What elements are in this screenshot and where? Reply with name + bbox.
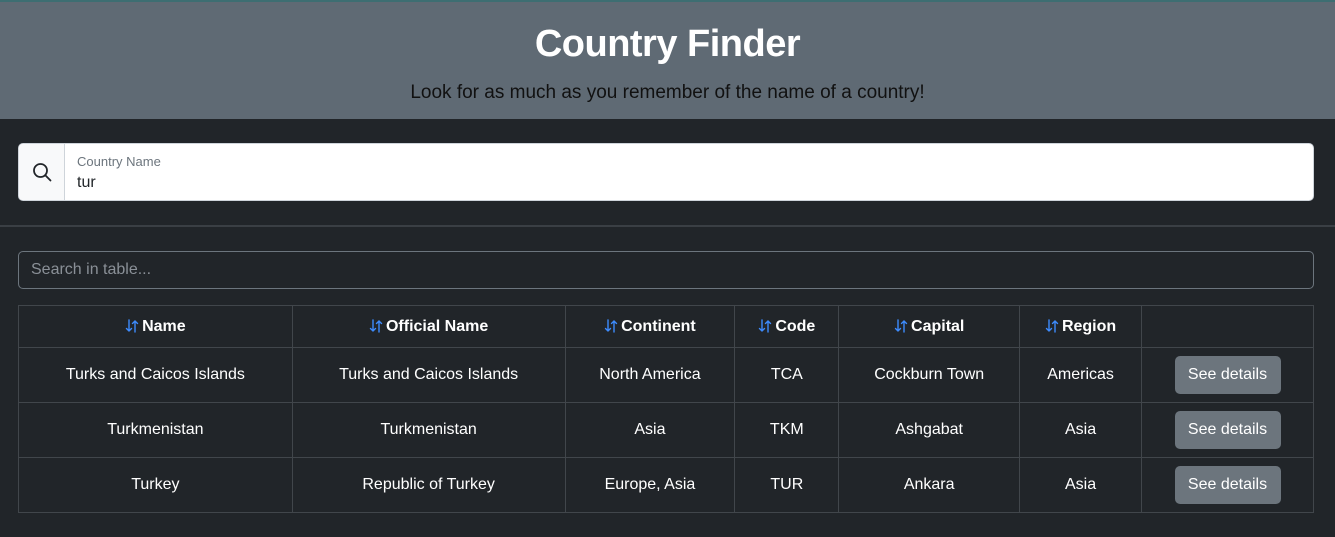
cell-code: TKM bbox=[734, 402, 840, 458]
table-row: Turkey Republic of Turkey Europe, Asia T… bbox=[18, 457, 1314, 513]
cell-region: Asia bbox=[1019, 457, 1143, 513]
cell-capital: Ashgabat bbox=[838, 402, 1021, 458]
see-details-button[interactable]: See details bbox=[1174, 411, 1281, 449]
column-header-name[interactable]: Name bbox=[18, 305, 293, 348]
cell-continent: Asia bbox=[564, 402, 736, 458]
table-header-row: Name Official Name Continent Code Capita… bbox=[18, 305, 1314, 348]
search-section: Country Name tur bbox=[0, 119, 1335, 227]
table-row: Turks and Caicos Islands Turks and Caico… bbox=[18, 347, 1314, 403]
cell-actions: See details bbox=[1141, 347, 1314, 403]
cell-official-name: Republic of Turkey bbox=[291, 457, 566, 513]
cell-actions: See details bbox=[1141, 457, 1314, 513]
page-header: Country Finder Look for as much as you r… bbox=[0, 0, 1335, 119]
see-details-button[interactable]: See details bbox=[1174, 356, 1281, 394]
cell-region: Americas bbox=[1019, 347, 1143, 403]
cell-name: Turkmenistan bbox=[18, 402, 293, 458]
country-name-value[interactable]: tur bbox=[77, 173, 1301, 193]
cell-code: TUR bbox=[734, 457, 840, 513]
sort-icon bbox=[604, 318, 618, 333]
column-header-actions bbox=[1141, 305, 1314, 348]
cell-code: TCA bbox=[734, 347, 840, 403]
cell-actions: See details bbox=[1141, 402, 1314, 458]
sort-icon bbox=[125, 318, 139, 333]
sort-icon bbox=[894, 318, 908, 333]
countries-table: Name Official Name Continent Code Capita… bbox=[18, 305, 1314, 513]
column-header-region[interactable]: Region bbox=[1019, 305, 1143, 348]
cell-official-name: Turkmenistan bbox=[291, 402, 566, 458]
sort-icon bbox=[1045, 318, 1059, 333]
page-subtitle: Look for as much as you remember of the … bbox=[410, 82, 925, 103]
column-header-capital[interactable]: Capital bbox=[838, 305, 1021, 348]
search-icon bbox=[32, 163, 51, 182]
cell-official-name: Turks and Caicos Islands bbox=[291, 347, 566, 403]
column-header-code[interactable]: Code bbox=[734, 305, 840, 348]
column-header-official-name[interactable]: Official Name bbox=[291, 305, 566, 348]
cell-continent: Europe, Asia bbox=[564, 457, 736, 513]
page-title: Country Finder bbox=[534, 23, 801, 65]
cell-region: Asia bbox=[1019, 402, 1143, 458]
column-header-continent[interactable]: Continent bbox=[564, 305, 736, 348]
search-icon-box bbox=[19, 144, 65, 200]
sort-icon bbox=[369, 318, 383, 333]
country-name-label: Country Name bbox=[77, 154, 161, 169]
cell-name: Turkey bbox=[18, 457, 293, 513]
table-row: Turkmenistan Turkmenistan Asia TKM Ashga… bbox=[18, 402, 1314, 458]
cell-continent: North America bbox=[564, 347, 736, 403]
sort-icon bbox=[759, 318, 772, 333]
country-name-input[interactable]: Country Name tur bbox=[65, 144, 1313, 200]
cell-capital: Ankara bbox=[838, 457, 1021, 513]
cell-capital: Cockburn Town bbox=[838, 347, 1021, 403]
cell-name: Turks and Caicos Islands bbox=[18, 347, 293, 403]
see-details-button[interactable]: See details bbox=[1174, 466, 1281, 504]
table-search-input[interactable] bbox=[18, 251, 1314, 289]
table-section: Name Official Name Continent Code Capita… bbox=[0, 227, 1335, 513]
country-search-box: Country Name tur bbox=[18, 143, 1314, 201]
